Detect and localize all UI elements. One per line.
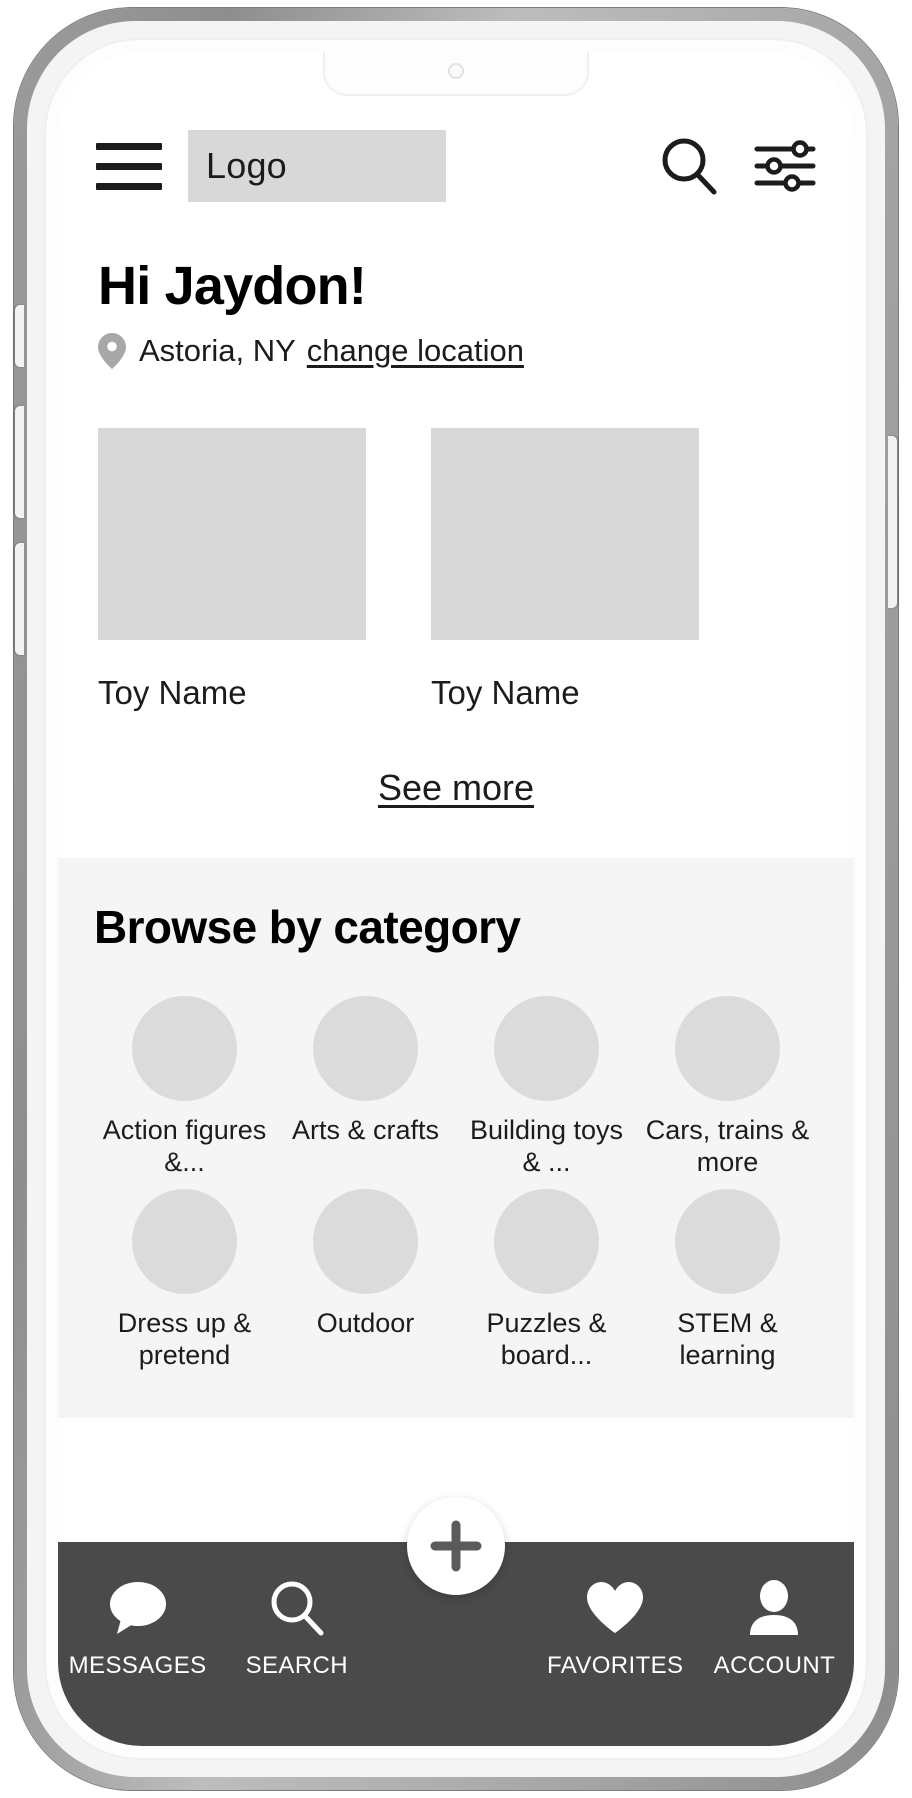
heart-icon bbox=[584, 1576, 646, 1640]
hamburger-menu-icon[interactable] bbox=[96, 140, 162, 192]
page-title: Hi Jaydon! bbox=[98, 256, 367, 316]
category-image-placeholder bbox=[494, 1188, 599, 1294]
category-label: Action figures &... bbox=[102, 1115, 267, 1177]
hamburger-bar bbox=[96, 162, 162, 170]
category-label: Outdoor bbox=[316, 1307, 415, 1338]
nav-label: SEARCH bbox=[245, 1652, 349, 1679]
category-item-action-figures[interactable]: Action figures &... bbox=[94, 996, 275, 1179]
nav-item-messages[interactable]: MESSAGES bbox=[58, 1576, 217, 1680]
category-label: Cars, trains & more bbox=[645, 1115, 810, 1177]
category-label: Puzzles & board... bbox=[486, 1307, 607, 1370]
nav-label: MESSAGES bbox=[68, 1652, 207, 1679]
category-item-cars-trains[interactable]: Cars, trains & more bbox=[637, 996, 818, 1179]
category-label: Arts & crafts bbox=[291, 1115, 440, 1145]
person-icon bbox=[746, 1576, 802, 1640]
silent-switch-button[interactable] bbox=[15, 305, 24, 367]
hamburger-bar bbox=[96, 182, 162, 190]
toy-image-placeholder bbox=[98, 428, 366, 640]
search-icon bbox=[268, 1576, 326, 1640]
category-image-placeholder bbox=[132, 1188, 237, 1294]
category-image-placeholder bbox=[494, 996, 599, 1101]
featured-toys-row: Toy Name Toy Name bbox=[58, 428, 854, 712]
logo-placeholder[interactable]: Logo bbox=[188, 130, 446, 202]
category-grid: Action figures &... Arts & crafts Buildi… bbox=[94, 996, 818, 1371]
add-listing-fab[interactable] bbox=[407, 1497, 505, 1595]
toy-card[interactable]: Toy Name bbox=[431, 428, 699, 712]
location-text: Astoria, NY bbox=[139, 332, 296, 368]
category-image-placeholder bbox=[313, 996, 418, 1101]
category-item-dress-up[interactable]: Dress up & pretend bbox=[94, 1188, 275, 1372]
change-location-link[interactable]: change location bbox=[307, 333, 524, 369]
plus-icon bbox=[430, 1520, 482, 1572]
category-image-placeholder bbox=[132, 996, 237, 1101]
power-button[interactable] bbox=[888, 436, 897, 608]
filter-sliders-icon[interactable] bbox=[754, 138, 816, 194]
toy-image-placeholder bbox=[431, 428, 699, 640]
browse-by-category-section: Browse by category Action figures &... A… bbox=[58, 858, 854, 1418]
see-more-wrapper: See more bbox=[58, 767, 854, 809]
volume-down-button[interactable] bbox=[15, 543, 24, 655]
category-item-building-toys[interactable]: Building toys & ... bbox=[456, 996, 637, 1179]
category-item-stem-learning[interactable]: STEM & learning bbox=[637, 1188, 818, 1372]
phone-screen: Logo Hi Jaydon! Astoria, NY change locat… bbox=[58, 52, 854, 1746]
nav-item-search[interactable]: SEARCH bbox=[217, 1576, 376, 1680]
toy-name-label: Toy Name bbox=[431, 674, 580, 711]
screenshot-stage: Logo Hi Jaydon! Astoria, NY change locat… bbox=[0, 0, 912, 1798]
see-more-link[interactable]: See more bbox=[378, 767, 534, 808]
nav-item-favorites[interactable]: FAVORITES bbox=[536, 1576, 695, 1680]
device-notch bbox=[323, 52, 589, 96]
toy-name-label: Toy Name bbox=[98, 674, 247, 711]
search-icon[interactable] bbox=[658, 135, 720, 197]
category-image-placeholder bbox=[675, 1188, 780, 1294]
category-item-puzzles-board[interactable]: Puzzles & board... bbox=[456, 1188, 637, 1372]
category-image-placeholder bbox=[675, 996, 780, 1101]
category-label: STEM & learning bbox=[677, 1307, 778, 1370]
category-item-outdoor[interactable]: Outdoor bbox=[275, 1188, 456, 1372]
nav-item-account[interactable]: ACCOUNT bbox=[695, 1576, 854, 1680]
category-label: Building toys & ... bbox=[469, 1115, 624, 1177]
nav-label: FAVORITES bbox=[546, 1652, 684, 1679]
volume-up-button[interactable] bbox=[15, 406, 24, 518]
hamburger-bar bbox=[96, 142, 162, 150]
chat-bubble-icon bbox=[107, 1576, 169, 1640]
category-label: Dress up & pretend bbox=[117, 1307, 252, 1370]
map-pin-icon bbox=[98, 332, 126, 369]
category-item-arts-crafts[interactable]: Arts & crafts bbox=[275, 996, 456, 1179]
greeting-block: Hi Jaydon! Astoria, NY change location bbox=[58, 258, 854, 369]
app-header: Logo bbox=[58, 120, 854, 212]
nav-label: ACCOUNT bbox=[713, 1652, 836, 1679]
category-image-placeholder bbox=[313, 1188, 418, 1294]
toy-card[interactable]: Toy Name bbox=[98, 428, 366, 712]
logo-text: Logo bbox=[206, 145, 287, 186]
front-camera-icon bbox=[448, 63, 464, 79]
location-row: Astoria, NY change location bbox=[98, 332, 814, 369]
section-heading: Browse by category bbox=[94, 901, 521, 953]
